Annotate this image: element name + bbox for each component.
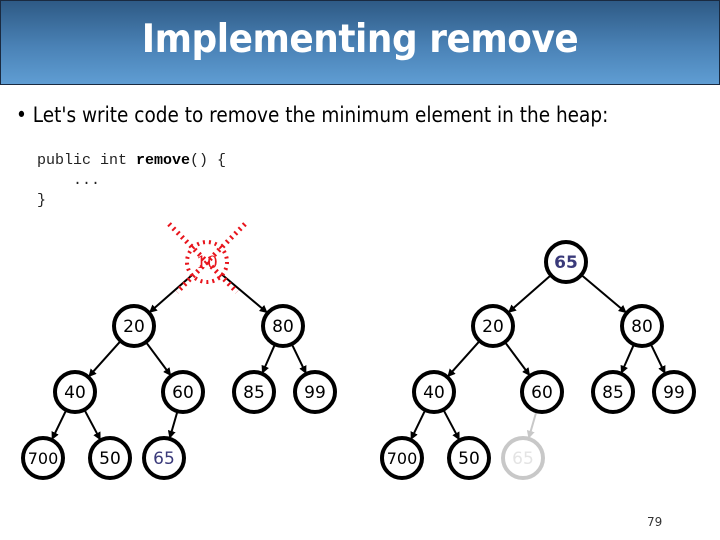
- node-value: 50: [458, 449, 480, 469]
- node-value: 20: [482, 317, 504, 337]
- node-value: 65: [554, 253, 578, 273]
- left-heap-edge: [221, 274, 268, 314]
- node-value: 65: [153, 449, 175, 469]
- node-value: 65: [512, 449, 534, 469]
- right-heap-edge: [508, 274, 552, 313]
- node-value: 50: [99, 449, 121, 469]
- right-heap-node: 80: [620, 304, 664, 348]
- node-value: 700: [28, 449, 59, 468]
- left-heap-edge: [51, 409, 68, 441]
- left-heap-edge: [290, 343, 307, 375]
- right-heap-node: 50: [447, 436, 491, 480]
- right-heap-edge: [504, 341, 531, 376]
- left-heap-node: 700: [21, 436, 65, 480]
- page-number: 79: [647, 515, 663, 529]
- right-heap-edge: [649, 343, 666, 375]
- left-heap-node: 85: [232, 370, 276, 414]
- node-value: 99: [304, 383, 326, 403]
- right-heap-node: 60: [520, 370, 564, 414]
- right-heap-edge: [410, 409, 427, 441]
- node-value: 85: [243, 383, 265, 403]
- node-value: 80: [631, 317, 653, 337]
- new-root-node: 65: [544, 240, 588, 284]
- right-heap-node: 85: [591, 370, 635, 414]
- node-value: 99: [663, 383, 685, 403]
- ghost-edge: [526, 410, 538, 439]
- left-heap-node: 99: [293, 370, 337, 414]
- left-heap-node: 60: [161, 370, 205, 414]
- right-heap-node: 700: [380, 436, 424, 480]
- node-value: 40: [64, 383, 86, 403]
- left-heap-edge: [145, 341, 172, 376]
- node-value: 60: [531, 383, 553, 403]
- node-value: 700: [387, 449, 418, 468]
- node-value: 80: [272, 317, 294, 337]
- node-value: 20: [123, 317, 145, 337]
- node-value: 85: [602, 383, 624, 403]
- right-heap-edge: [447, 340, 481, 378]
- left-heap-node: 50: [88, 436, 132, 480]
- right-heap-node: 99: [652, 370, 696, 414]
- right-heap-node: 20: [471, 304, 515, 348]
- node-value: 60: [172, 383, 194, 403]
- left-heap-node: 80: [261, 304, 305, 348]
- right-heap-edge: [620, 343, 635, 374]
- ghost-node: 65: [501, 436, 545, 480]
- left-heap-edge: [149, 274, 193, 313]
- left-heap-node: 40: [53, 370, 97, 414]
- node-value: 40: [423, 383, 445, 403]
- left-heap-edge: [261, 343, 276, 374]
- right-heap-edge: [442, 409, 461, 441]
- heap-diagrams: 10 20 80 40 60 85 99 700 50 65 65 20 80 40 60 85 99 700 50…: [21, 222, 696, 480]
- right-heap-edge: [580, 274, 627, 314]
- last-leaf-node: 65: [142, 436, 186, 480]
- left-heap-edge: [167, 410, 179, 439]
- right-heap-node: 40: [412, 370, 456, 414]
- left-heap-edge: [83, 409, 102, 441]
- removed-root-node: 10: [167, 222, 247, 294]
- left-heap-node: 20: [112, 304, 156, 348]
- left-heap-edge: [88, 340, 122, 378]
